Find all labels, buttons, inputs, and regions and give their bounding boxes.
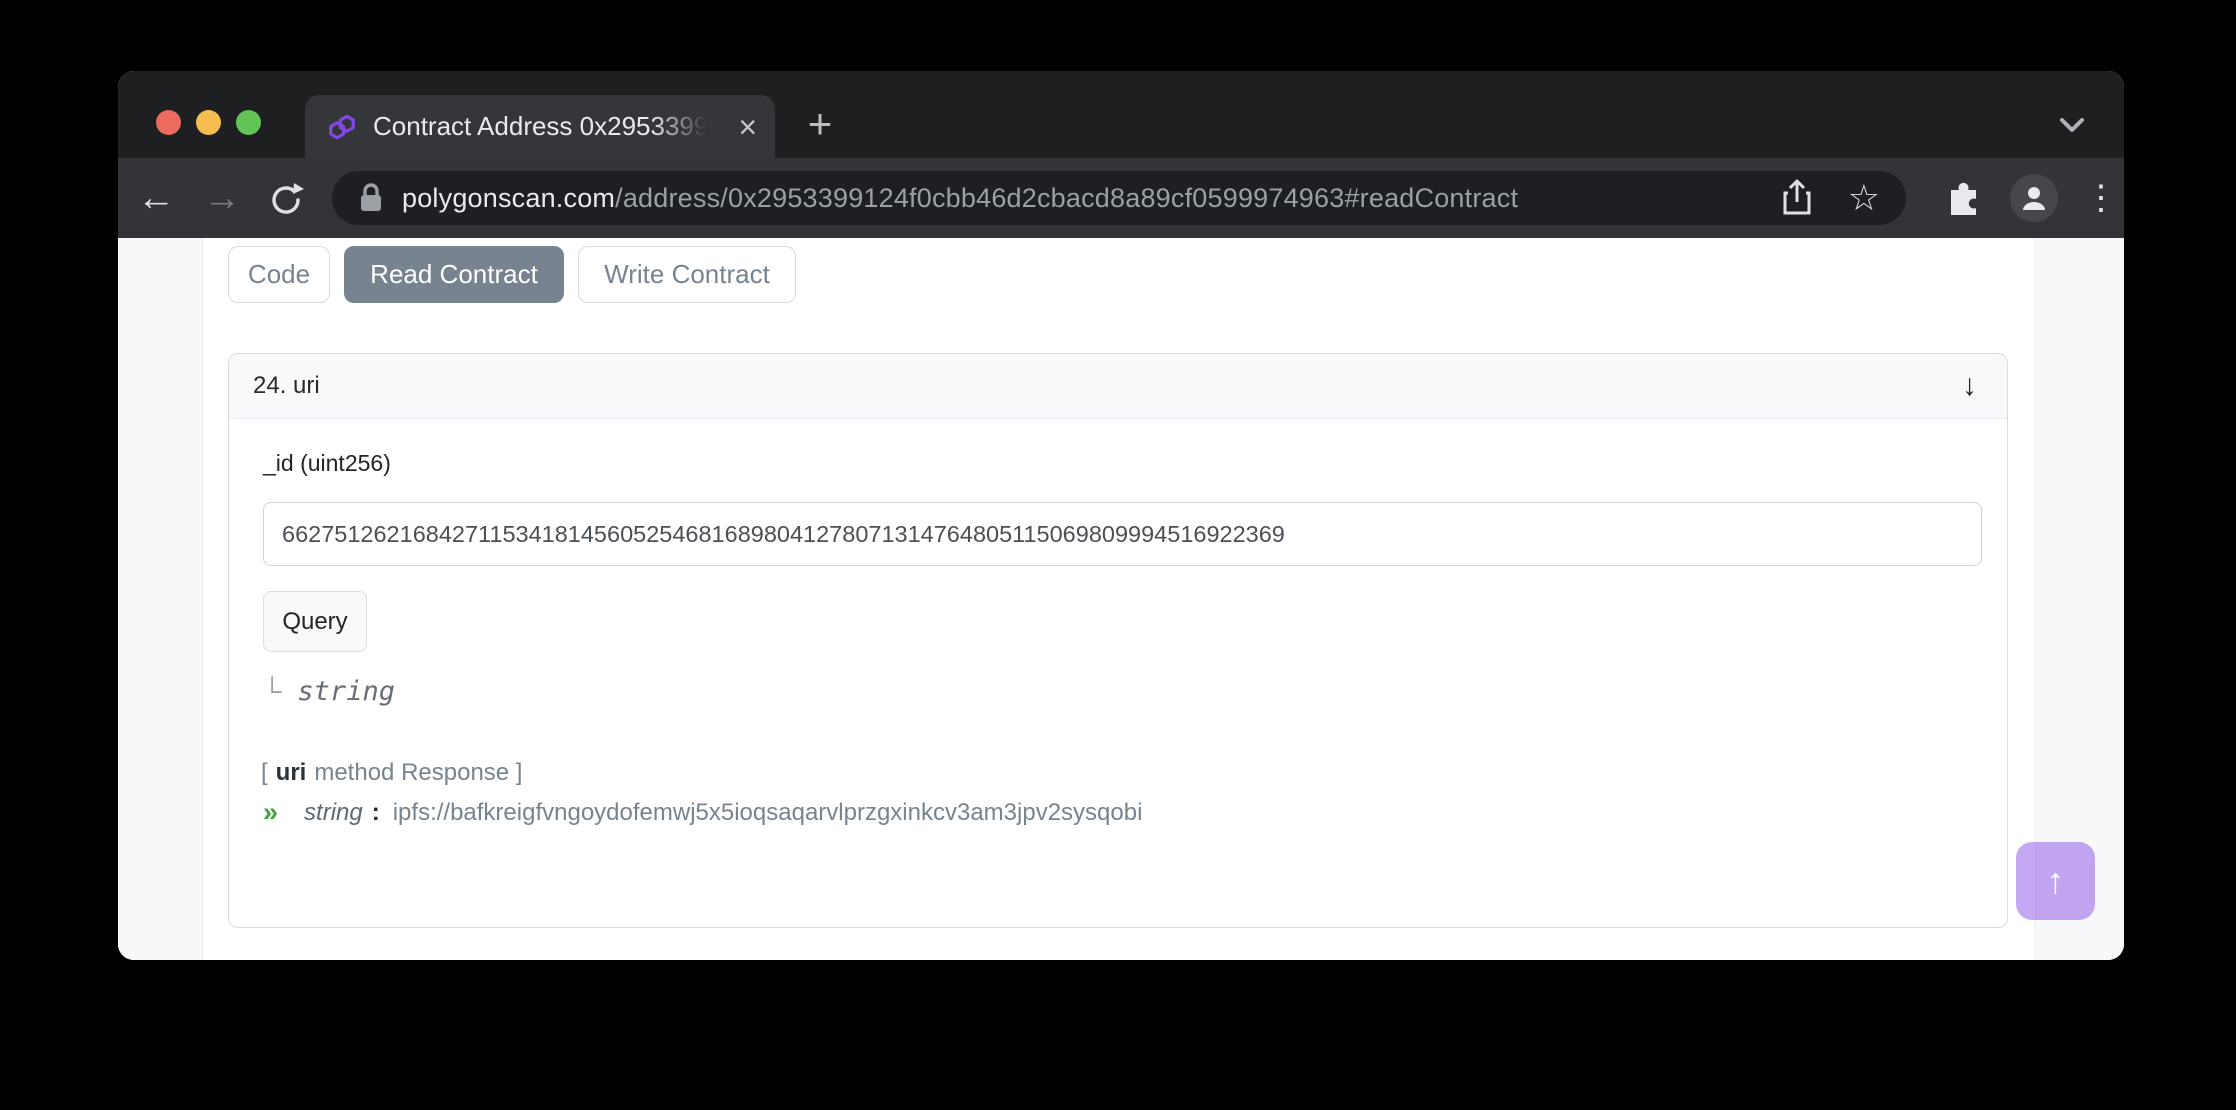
page-content: Code Read Contract Write Contract 24. ur… (118, 238, 2124, 960)
url-path: /address/0x2953399124f0cbb46d2cbacd8a89c… (615, 183, 1518, 213)
browser-window: Contract Address 0x29533991 × + ← → poly… (118, 71, 2124, 960)
response-value: ipfs://bafkreigfvngoydofemwj5x5ioqsaqarv… (393, 799, 1143, 827)
reload-button[interactable] (262, 180, 310, 220)
person-icon (2019, 183, 2049, 213)
tab-close-icon[interactable]: × (738, 111, 757, 143)
browser-toolbar: ← → polygonscan.com/address/0x2953399124… (118, 158, 2124, 238)
url-domain: polygonscan.com (402, 183, 615, 213)
browser-menu-icon[interactable]: ⋮ (2084, 178, 2110, 218)
share-icon[interactable] (1780, 178, 1814, 218)
lock-icon (358, 182, 384, 214)
method-card-uri: 24. uri ↓ _id (uint256) Query └ string [… (228, 353, 2008, 928)
tab-title: Contract Address 0x29533991 (373, 111, 713, 142)
url-text: polygonscan.com/address/0x2953399124f0cb… (402, 183, 1518, 214)
polygon-favicon-icon (327, 112, 357, 142)
method-card-header[interactable]: 24. uri ↓ (229, 354, 2007, 419)
return-type-row: └ string (263, 676, 395, 707)
extensions-puzzle-icon[interactable] (1944, 178, 1984, 218)
browser-tab[interactable]: Contract Address 0x29533991 × (305, 95, 775, 158)
tab-read-contract[interactable]: Read Contract (344, 246, 564, 303)
window-close-button[interactable] (156, 110, 181, 135)
page-gutter-left (118, 238, 203, 960)
tab-code[interactable]: Code (228, 246, 330, 303)
response-chevrons-icon: » (263, 797, 278, 828)
param-input[interactable] (263, 502, 1982, 566)
response-line: » string : ipfs://bafkreigfvngoydofemwj5… (263, 797, 1142, 828)
tab-strip: Contract Address 0x29533991 × + (118, 71, 2124, 158)
collapse-arrow-icon[interactable]: ↓ (1962, 369, 1977, 403)
response-header: [ uri method Response ] (261, 759, 522, 787)
query-button[interactable]: Query (263, 591, 367, 652)
response-separator: : (372, 799, 380, 827)
profile-avatar[interactable] (2010, 174, 2058, 222)
new-tab-button[interactable]: + (798, 104, 842, 148)
tab-search-chevron-icon[interactable] (2052, 107, 2092, 141)
window-minimize-button[interactable] (196, 110, 221, 135)
response-type-label: string (304, 799, 363, 827)
forward-button[interactable]: → (198, 174, 246, 222)
response-bracket-open: [ (261, 759, 268, 786)
method-card-title: 24. uri (253, 372, 320, 400)
back-to-top-button[interactable]: ↑ (2016, 842, 2095, 920)
tab-write-contract[interactable]: Write Contract (578, 246, 796, 303)
bookmark-star-icon[interactable]: ☆ (1848, 180, 1880, 216)
response-method-name: uri (276, 759, 307, 786)
return-type-label: string (297, 676, 395, 707)
back-button[interactable]: ← (132, 174, 180, 222)
address-bar[interactable]: polygonscan.com/address/0x2953399124f0cb… (332, 171, 1906, 225)
return-corner-glyph: └ (263, 676, 281, 707)
response-header-suffix: method Response ] (314, 759, 522, 786)
param-label: _id (uint256) (263, 450, 391, 477)
window-zoom-button[interactable] (236, 110, 261, 135)
